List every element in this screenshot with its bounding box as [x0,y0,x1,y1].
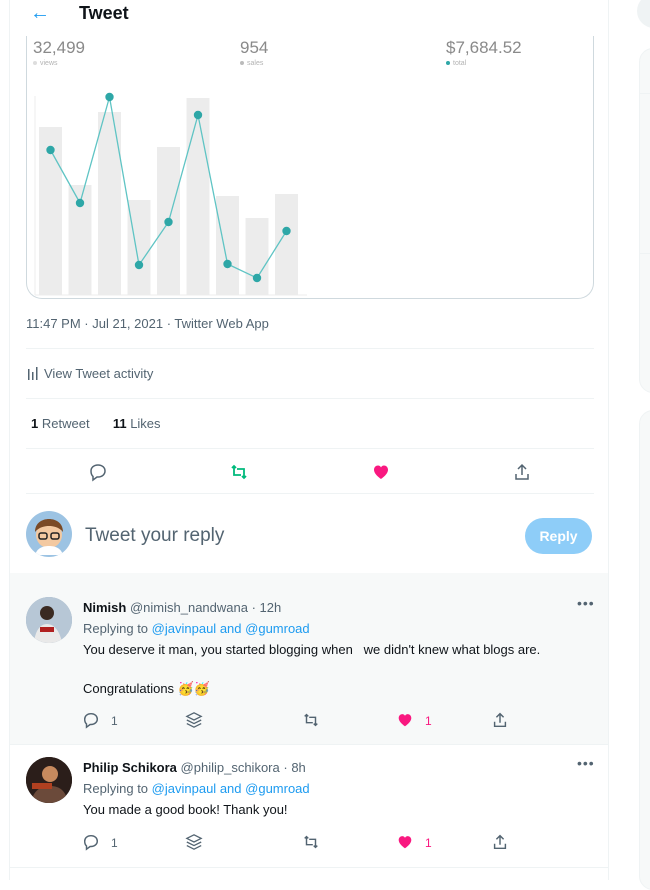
likes-count[interactable]: 11 Likes [113,416,161,431]
sales-chart [34,92,307,296]
retweets-count[interactable]: 1 Retweet [31,416,90,431]
section-gap [10,573,608,583]
liked-heart-icon[interactable] [396,711,414,729]
avatar[interactable] [26,597,72,643]
more-options-icon[interactable]: ••• [577,755,595,771]
retweet-icon[interactable] [302,833,320,851]
reply-icon[interactable] [88,462,108,482]
mention-link[interactable]: @gumroad [245,621,310,636]
chart-point [252,273,262,283]
chart-bar [216,196,239,295]
chart-point [223,259,232,269]
like-count: 1 [425,836,432,850]
mention-link[interactable]: @javinpaul [152,621,217,636]
reply-input[interactable]: Tweet your reply [85,525,224,547]
liked-heart-icon[interactable] [371,462,391,482]
reply-tweet[interactable]: Philip Schikora @philip_schikora · 8h ••… [10,746,608,868]
sidebar-panel [639,48,650,393]
replying-to: Replying to @javinpaul and @gumroad [83,621,310,636]
divider [26,448,594,449]
tweet-timestamp: 11:47 PM · Jul 21, 2021 · Twitter Web Ap… [26,316,269,331]
view-activity-link[interactable]: View Tweet activity [26,366,153,381]
replying-to: Replying to @javinpaul and @gumroad [83,781,310,796]
chart-point [193,110,203,120]
avatar-photo-icon [26,757,72,803]
author-handle[interactable]: @philip_schikora [181,760,280,775]
engagement-counts: 1 Retweet 11 Likes [31,416,161,431]
view-activity-label: View Tweet activity [44,366,154,381]
tweet-time[interactable]: 8h [291,760,305,775]
divider [26,348,594,349]
retweet-icon[interactable] [229,462,249,482]
back-arrow-icon[interactable]: ← [30,2,50,25]
chart-point [282,226,291,236]
reply-count: 1 [111,836,118,850]
author-line: Philip Schikora @philip_schikora · 8h [83,760,306,775]
chart-point [134,260,144,270]
main-column: ← Tweet 32,499 views 954 sales $7,684.52… [9,0,609,880]
chart-bar [245,218,269,295]
more-options-icon[interactable]: ••• [577,595,595,611]
bar-chart-icon [28,367,38,380]
share-icon[interactable] [491,833,509,851]
reply-icon[interactable] [82,833,100,851]
timestamp-link[interactable]: 11:47 PM · Jul 21, 2021 [26,316,163,331]
page-title: Tweet [79,3,129,23]
chart-point [164,217,173,227]
like-count: 1 [425,714,432,728]
liked-heart-icon[interactable] [396,833,414,851]
reply-button[interactable]: Reply [525,518,592,554]
search-box[interactable] [637,0,650,28]
reply-tweet[interactable]: Nimish @nimish_nandwana · 12h ••• Replyi… [10,583,608,745]
author-name[interactable]: Philip Schikora [83,760,177,775]
reply-count: 1 [111,714,118,728]
party-face-emoji-icon: 🥳🥳 [177,681,211,696]
avatar-photo-icon [26,597,72,643]
divider [639,253,650,254]
author-name[interactable]: Nimish [83,600,126,615]
chart-point [75,198,85,208]
share-icon[interactable] [512,462,532,482]
sidebar-panel [639,410,650,890]
my-avatar [26,511,72,557]
chart-point [46,145,55,155]
tweet-time[interactable]: 12h [260,600,282,615]
client-link[interactable]: Twitter Web App [174,316,268,331]
divider [639,93,650,94]
retweet-icon[interactable] [302,711,320,729]
reply-icon[interactable] [82,711,100,729]
divider [26,493,594,494]
header: ← Tweet [10,0,608,36]
tweet-text: You made a good book! Thank you! [83,802,288,817]
tweet-text: You deserve it man, you started blogging… [83,642,541,657]
mention-link[interactable]: @gumroad [245,781,310,796]
chart-bar [127,200,151,295]
chart-bar [186,98,210,295]
layers-icon[interactable] [185,711,203,729]
right-sidebar [609,0,650,890]
tweet-text-2: Congratulations 🥳🥳 [83,681,211,696]
avatar[interactable] [26,757,72,803]
mention-link[interactable]: @javinpaul [152,781,217,796]
chart-card[interactable]: 32,499 views 954 sales $7,684.52 total [26,36,594,299]
layers-icon[interactable] [185,833,203,851]
author-line: Nimish @nimish_nandwana · 12h [83,600,282,615]
chart-point [105,92,114,102]
author-handle[interactable]: @nimish_nandwana [130,600,248,615]
divider [26,398,594,399]
avatar-cartoon-icon [35,519,63,555]
share-icon[interactable] [491,711,509,729]
